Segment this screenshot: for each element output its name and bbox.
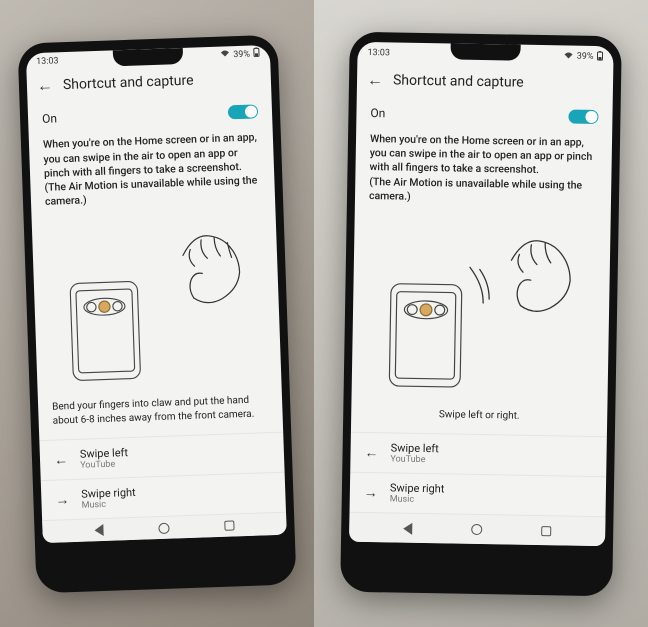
feature-toggle-switch[interactable] (228, 104, 258, 119)
nav-back-icon[interactable] (403, 522, 412, 534)
nav-back-icon[interactable] (94, 524, 103, 536)
toggle-label: On (42, 111, 57, 126)
swipe-left-row[interactable]: ← Swipe left YouTube (350, 431, 607, 475)
battery-pct: 39% (577, 51, 594, 61)
app-header: ← Shortcut and capture (357, 61, 614, 103)
page-title: Shortcut and capture (393, 72, 524, 90)
back-arrow-icon[interactable]: ← (367, 69, 383, 89)
arrow-left-icon: ← (364, 443, 378, 460)
screen-left: 13:03 39% ← Shortcut and capture On (26, 44, 287, 542)
display-notch (113, 47, 184, 65)
swipe-right-row[interactable]: → Swipe right Music (350, 471, 607, 515)
screen-right: 13:03 39% ← Shortcut and capture On (349, 41, 614, 545)
nav-recent-icon[interactable] (225, 520, 235, 530)
status-time: 13:03 (36, 56, 59, 67)
status-time: 13:03 (367, 47, 390, 57)
feature-description: When you're on the Home screen or in an … (29, 126, 276, 217)
page-title: Shortcut and capture (63, 73, 194, 94)
gesture-illustration (362, 214, 601, 402)
feature-description: When you're on the Home screen or in an … (355, 127, 612, 214)
swipe-left-app: YouTube (390, 454, 438, 465)
swipe-right-app: Music (81, 499, 136, 511)
arrow-left-icon: ← (54, 451, 69, 468)
feature-toggle-row: On (356, 99, 612, 131)
battery-pct: 39% (233, 49, 250, 60)
swipe-right-app: Music (390, 494, 445, 505)
phone-frame-left: 13:03 39% ← Shortcut and capture On (17, 34, 296, 593)
phone-frame-right: 13:03 39% ← Shortcut and capture On (340, 31, 622, 596)
nav-home-icon[interactable] (471, 523, 482, 534)
gesture-illustration (42, 213, 272, 393)
back-arrow-icon[interactable]: ← (37, 75, 54, 96)
swipe-left-title: Swipe left (391, 441, 439, 455)
swipe-right-title: Swipe right (390, 481, 445, 495)
arrow-right-icon: → (55, 491, 70, 508)
swipe-left-title: Swipe left (80, 446, 129, 461)
wifi-icon (220, 49, 230, 60)
battery-icon (596, 50, 603, 63)
arrow-right-icon: → (364, 483, 378, 500)
android-nav-bar (349, 511, 605, 545)
swipe-left-app: YouTube (80, 459, 128, 471)
battery-icon (253, 47, 260, 60)
swipe-right-title: Swipe right (81, 486, 136, 501)
nav-recent-icon[interactable] (541, 525, 551, 535)
display-notch (450, 43, 520, 60)
toggle-label: On (370, 106, 385, 120)
wifi-icon (564, 50, 574, 61)
feature-toggle-switch[interactable] (568, 109, 598, 124)
nav-home-icon[interactable] (158, 522, 169, 533)
gesture-caption: Swipe left or right. (351, 402, 607, 436)
